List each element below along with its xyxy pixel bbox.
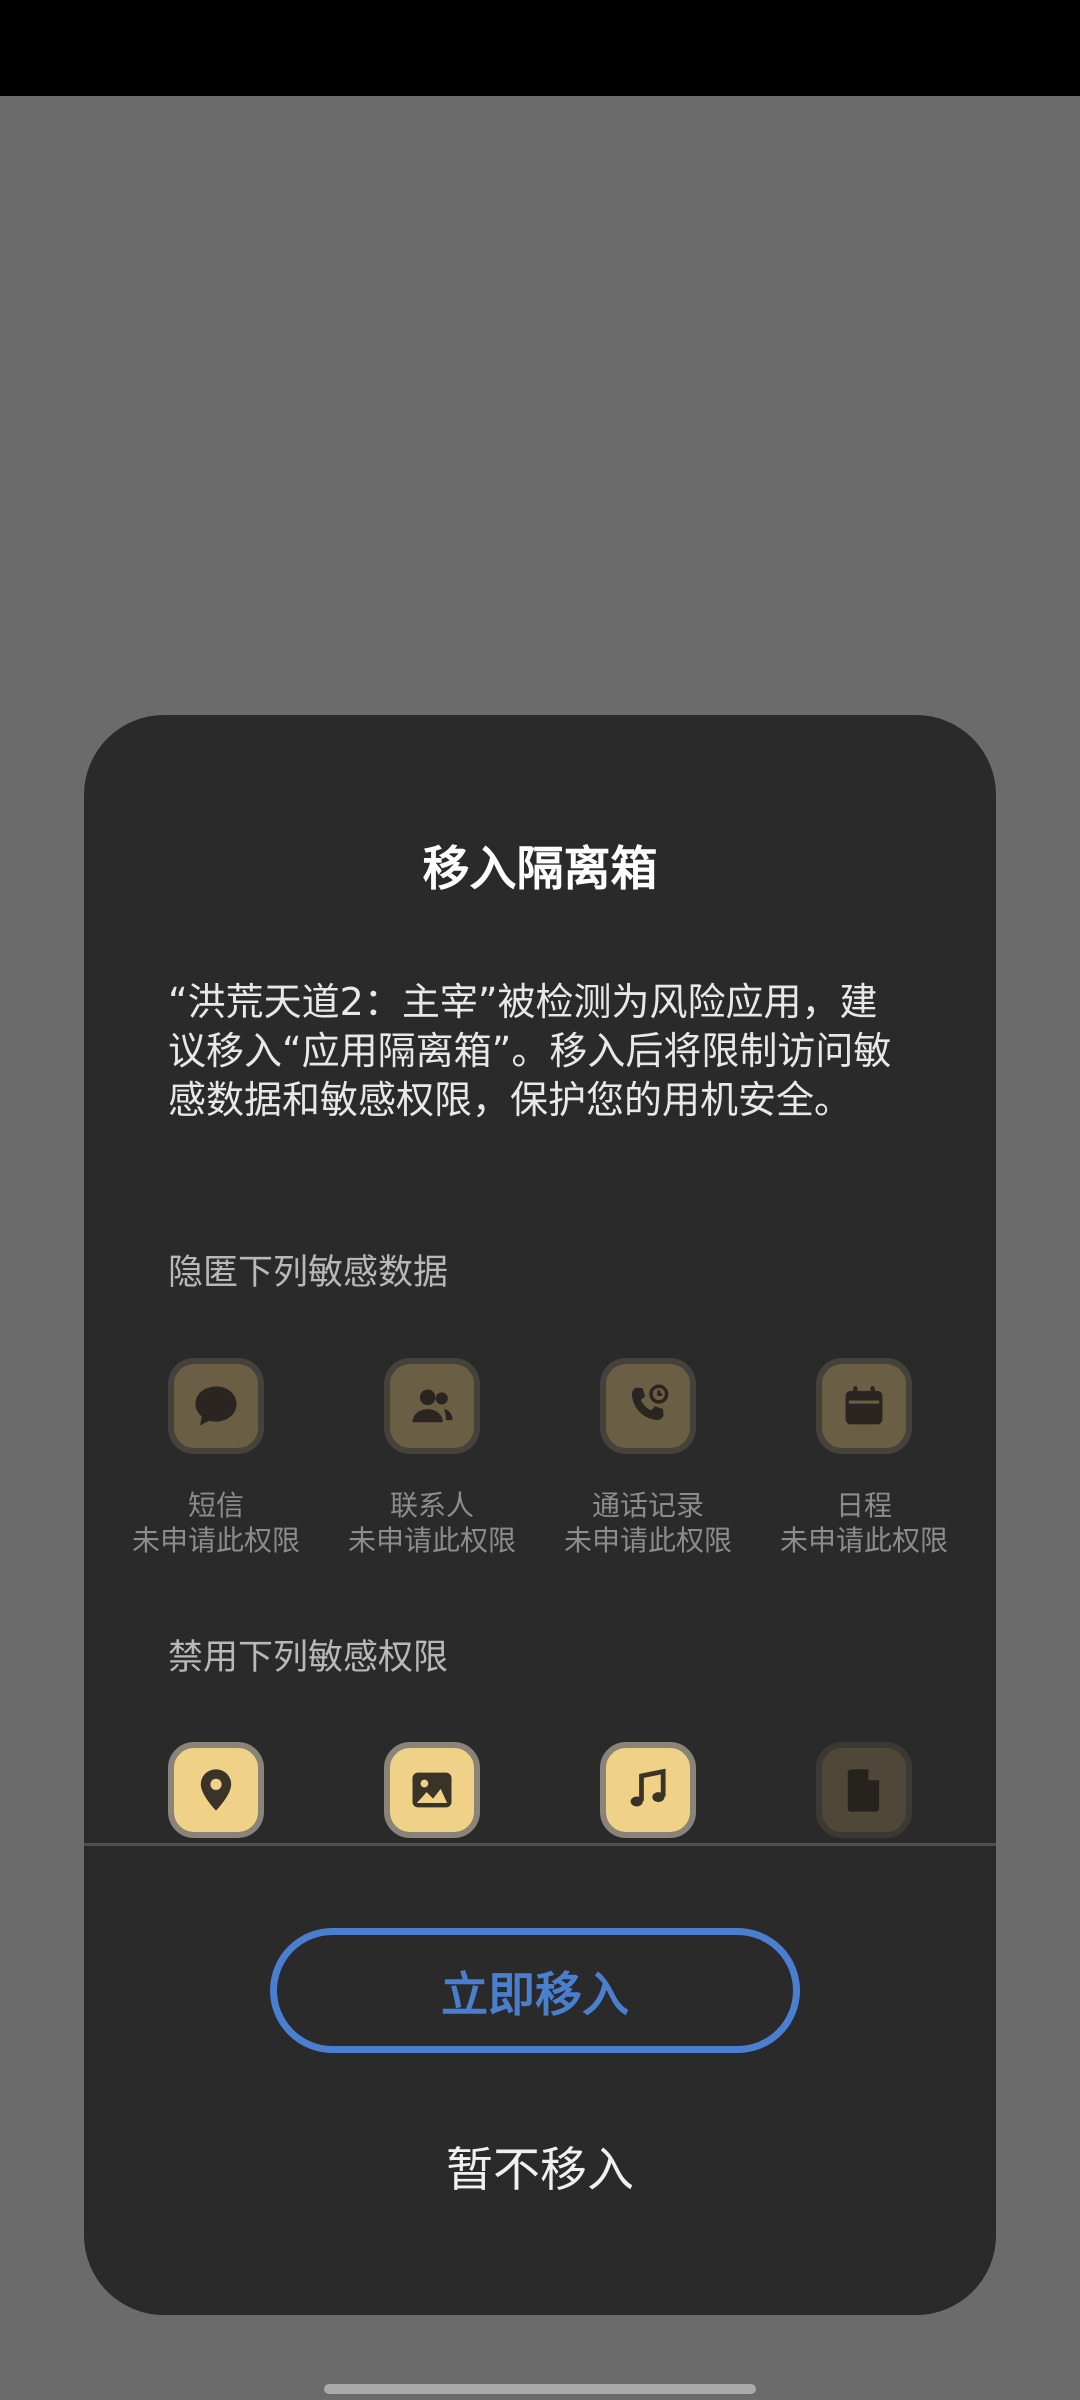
dialog-message: “洪荒天道2：主宰”被检测为风险应用，建议移入“应用隔离箱”。移入后将限制访问敏… [168, 980, 892, 1122]
item-status: 未申请此权限 [779, 1524, 948, 1557]
item-name: 联系人 [389, 1489, 474, 1522]
permission-item-files [756, 1742, 972, 1838]
hidden-data-section-title: 隐匿下列敏感数据 [168, 1253, 449, 1293]
hidden-data-item-sms: 短信 未申请此权限 [108, 1358, 324, 1558]
message-icon [168, 1358, 264, 1454]
footer-divider [84, 1843, 996, 1846]
item-name: 短信 [187, 1489, 244, 1522]
call-log-icon [600, 1358, 696, 1454]
permission-item-music [540, 1742, 756, 1838]
move-now-button[interactable]: 立即移入 [270, 1928, 800, 2053]
music-icon [600, 1742, 696, 1838]
home-indicator[interactable] [324, 2384, 756, 2394]
item-status: 未申请此权限 [563, 1524, 732, 1557]
status-bar [0, 0, 1080, 96]
item-name: 通话记录 [591, 1489, 704, 1522]
contacts-icon [384, 1358, 480, 1454]
calendar-icon [816, 1358, 912, 1454]
image-icon [384, 1742, 480, 1838]
item-status: 未申请此权限 [131, 1524, 300, 1557]
hidden-data-item-contacts: 联系人 未申请此权限 [324, 1358, 540, 1558]
dialog-footer [84, 1846, 996, 2315]
permission-item-location [108, 1742, 324, 1838]
quarantine-dialog: 移入隔离箱 “洪荒天道2：主宰”被检测为风险应用，建议移入“应用隔离箱”。移入后… [84, 715, 996, 2315]
item-name: 日程 [835, 1489, 892, 1522]
hidden-data-item-calendar: 日程 未申请此权限 [756, 1358, 972, 1558]
dialog-title: 移入隔离箱 [422, 842, 658, 897]
item-status: 未申请此权限 [347, 1524, 516, 1557]
not-now-button[interactable]: 暂不移入 [270, 2115, 810, 2215]
location-icon [168, 1742, 264, 1838]
hidden-data-row: 短信 未申请此权限 联系人 未申请此权限 通话记录 未申请此权限 日程 未申请此… [84, 1358, 996, 1558]
permission-item-photos [324, 1742, 540, 1838]
file-icon [816, 1742, 912, 1838]
disabled-permissions-section-title: 禁用下列敏感权限 [168, 1638, 449, 1678]
hidden-data-item-call-log: 通话记录 未申请此权限 [540, 1358, 756, 1558]
